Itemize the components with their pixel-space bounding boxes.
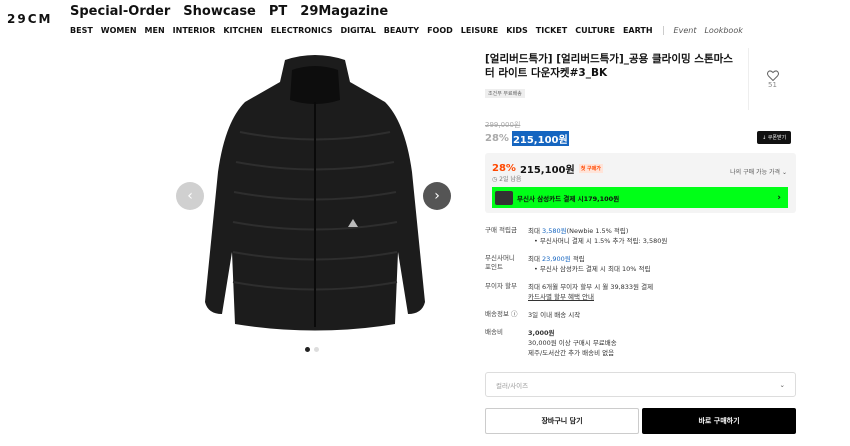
cat-kids[interactable]: KIDS bbox=[506, 26, 528, 35]
cat-interior[interactable]: INTERIOR bbox=[173, 26, 216, 35]
top-nav: Special-Order Showcase PT 29Magazine bbox=[70, 4, 388, 19]
installment-text: 최대 6개월 무이자 할부 시 월 39,833원 결제 bbox=[528, 283, 654, 291]
chevron-down-icon: ⌄ bbox=[781, 169, 787, 176]
chevron-down-icon: ⌄ bbox=[779, 380, 785, 389]
nav-29magazine[interactable]: 29Magazine bbox=[300, 4, 388, 19]
money-label-2: 포인트 bbox=[485, 263, 503, 271]
first-purchase-badge: 첫 구매가 bbox=[578, 164, 603, 173]
benefit-rate: 28% bbox=[492, 163, 516, 174]
cat-women[interactable]: WOMEN bbox=[101, 26, 137, 35]
shipping-fee-label: 배송비 bbox=[485, 328, 503, 336]
cat-best[interactable]: BEST bbox=[70, 26, 93, 35]
points-suffix: (Newbie 1.5% 적립) bbox=[566, 227, 629, 235]
cat-digital[interactable]: DIGITAL bbox=[341, 26, 376, 35]
shipping-info-row: 배송정보 ⓘ 3일 이내 배송 시작 bbox=[485, 310, 796, 320]
like-button[interactable]: 51 bbox=[748, 48, 796, 110]
category-nav: BEST WOMEN MEN INTERIOR KITCHEN ELECTRON… bbox=[70, 26, 743, 35]
promo-price: 179,100원 bbox=[583, 194, 620, 203]
cat-ticket[interactable]: TICKET bbox=[536, 26, 567, 35]
like-count: 51 bbox=[768, 80, 777, 89]
nav-showcase[interactable]: Showcase bbox=[183, 4, 256, 19]
sale-price: 215,100원 bbox=[511, 131, 569, 146]
pagination-dot-active[interactable] bbox=[305, 347, 310, 352]
option-placeholder: 컬러/사이즈 bbox=[496, 381, 529, 390]
cat-electronics[interactable]: ELECTRONICS bbox=[271, 26, 333, 35]
points-sub: 무신사머니 결제 시 1.5% 추가 적립: 3,580원 bbox=[534, 236, 796, 246]
option-select[interactable]: 컬러/사이즈 ⌄ bbox=[485, 372, 796, 397]
my-price-toggle[interactable]: 나의 구매 가능 가격 ⌄ bbox=[730, 167, 787, 176]
cat-earth[interactable]: EARTH bbox=[623, 26, 653, 35]
add-to-cart-button[interactable]: 장바구니 담기 bbox=[485, 408, 639, 434]
points-label: 구매 적립금 bbox=[485, 226, 517, 234]
money-prefix: 최대 bbox=[528, 255, 543, 263]
shipping-tag: 조건부 무료배송 bbox=[485, 89, 525, 98]
card-icon bbox=[495, 190, 513, 205]
money-amount: 23,900원 bbox=[542, 255, 571, 263]
shipping-fee: 3,000원 bbox=[528, 329, 555, 337]
cat-beauty[interactable]: BEAUTY bbox=[384, 26, 419, 35]
shipping-info-label: 배송정보 ⓘ bbox=[485, 310, 518, 318]
points-prefix: 최대 bbox=[528, 227, 543, 235]
points-row: 구매 적립금 최대 3,580원(Newbie 1.5% 적립) 무신사머니 결… bbox=[485, 226, 796, 246]
shipping-fee-row: 배송비 3,000원 30,000원 이상 구매시 무료배송 제주/도서산간 추… bbox=[485, 328, 796, 358]
product-image bbox=[205, 55, 425, 331]
prev-image-button[interactable]: ‹ bbox=[176, 182, 204, 210]
nav-divider bbox=[662, 26, 664, 35]
card-promo-banner[interactable]: 무신사 삼성카드 결제 시 179,100원 › bbox=[492, 187, 788, 208]
product-title: [얼리버드특가] [얼리버드특가]_공용 클라이밍 스톤마스터 라이트 다운자켓… bbox=[485, 53, 733, 79]
nav-event[interactable]: Event bbox=[674, 26, 697, 35]
chevron-right-icon: › bbox=[777, 192, 781, 203]
price-row: 28% 215,100원 bbox=[485, 131, 569, 146]
cat-food[interactable]: FOOD bbox=[427, 26, 453, 35]
benefit-box: 28% 215,100원 첫 구매가 ◷ 2일 남음 나의 구매 가능 가격 ⌄… bbox=[485, 153, 796, 213]
money-sub: 무신사 삼성카드 결제 시 최대 10% 적립 bbox=[534, 264, 796, 274]
product-gallery: ‹ › bbox=[170, 52, 460, 340]
next-image-button[interactable]: › bbox=[423, 182, 451, 210]
money-label-1: 무신사머니 bbox=[485, 254, 515, 262]
coupon-button[interactable]: ↓ 쿠폰받기 bbox=[757, 131, 792, 144]
money-row: 무신사머니포인트 최대 23,900원 적립 무신사 삼성카드 결제 시 최대 … bbox=[485, 254, 796, 274]
buy-now-button[interactable]: 바로 구매하기 bbox=[642, 408, 796, 434]
installment-link[interactable]: 카드사별 할부 혜택 안내 bbox=[528, 292, 796, 302]
nav-special-order[interactable]: Special-Order bbox=[70, 4, 170, 19]
my-price-label: 나의 구매 가능 가격 bbox=[730, 169, 781, 176]
heart-icon bbox=[766, 69, 779, 81]
benefit-price: 215,100원 bbox=[519, 165, 575, 176]
nav-lookbook[interactable]: Lookbook bbox=[704, 26, 742, 35]
cat-leisure[interactable]: LEISURE bbox=[461, 26, 498, 35]
money-suffix: 적립 bbox=[570, 255, 585, 263]
shipping-info: 3일 이내 배송 시작 bbox=[528, 311, 581, 319]
points-amount: 3,580원 bbox=[542, 227, 567, 235]
installment-label: 무이자 할부 bbox=[485, 282, 517, 290]
nav-pt[interactable]: PT bbox=[269, 4, 287, 19]
cat-men[interactable]: MEN bbox=[145, 26, 165, 35]
site-logo[interactable]: 29CM bbox=[7, 12, 52, 26]
cat-kitchen[interactable]: KITCHEN bbox=[223, 26, 262, 35]
time-left: ◷ 2일 남음 bbox=[492, 176, 522, 183]
detail-rows: 구매 적립금 최대 3,580원(Newbie 1.5% 적립) 무신사머니 결… bbox=[485, 226, 796, 366]
original-price: 299,000원 bbox=[485, 121, 521, 129]
island-shipping-note: 제주/도서산간 추가 배송비 없음 bbox=[528, 349, 615, 357]
promo-text: 무신사 삼성카드 결제 시 bbox=[517, 194, 584, 203]
pagination-dot[interactable] bbox=[314, 347, 319, 352]
gallery-pagination bbox=[305, 347, 319, 352]
free-shipping-note: 30,000원 이상 구매시 무료배송 bbox=[528, 339, 617, 347]
discount-rate: 28% bbox=[485, 133, 509, 144]
installment-row: 무이자 할부 최대 6개월 무이자 할부 시 월 39,833원 결제 카드사별… bbox=[485, 282, 796, 302]
cat-culture[interactable]: CULTURE bbox=[575, 26, 615, 35]
